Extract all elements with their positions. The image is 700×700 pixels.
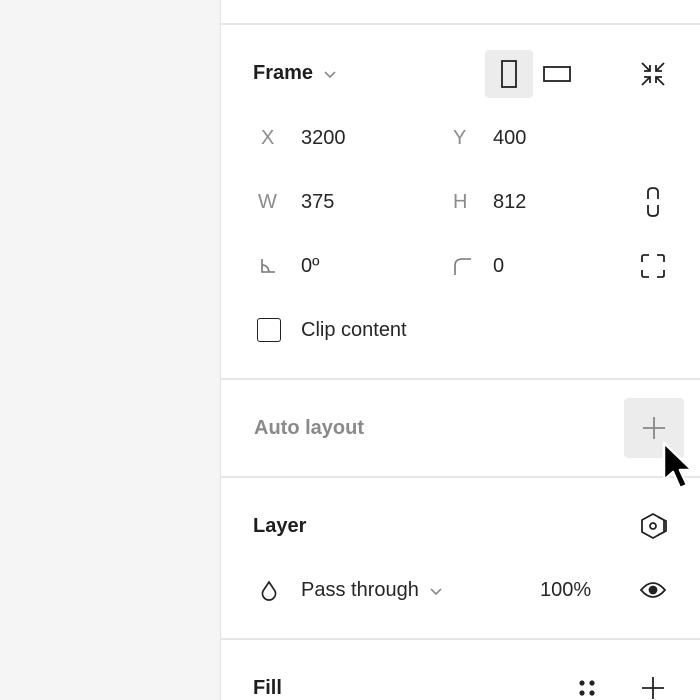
- collapse-arrows-icon[interactable]: [635, 56, 671, 92]
- section-divider: [221, 638, 700, 640]
- section-divider: [221, 23, 700, 25]
- plus-icon: [642, 416, 666, 440]
- hexagon-icon[interactable]: [637, 510, 669, 542]
- layer-title: Layer: [253, 515, 307, 537]
- frame-title-button[interactable]: Frame: [253, 62, 337, 85]
- blend-mode-dropdown[interactable]: Pass through: [301, 579, 443, 602]
- eye-icon[interactable]: [637, 576, 669, 604]
- corner-radius-icon: [450, 254, 474, 278]
- x-label: X: [261, 127, 275, 149]
- angle-icon: [257, 254, 279, 278]
- chevron-down-icon: [323, 67, 337, 81]
- h-input[interactable]: 812: [493, 191, 526, 214]
- h-label: H: [453, 191, 468, 213]
- mouse-cursor-icon: [660, 440, 694, 496]
- section-divider: [221, 378, 700, 380]
- y-input[interactable]: 400: [493, 127, 526, 150]
- drop-icon: [257, 578, 281, 604]
- section-divider: [221, 476, 700, 478]
- portrait-frame-icon[interactable]: [485, 50, 533, 98]
- chevron-down-icon: [429, 584, 443, 598]
- corners-icon[interactable]: [637, 250, 669, 282]
- opacity-input[interactable]: 100%: [540, 579, 591, 602]
- add-fill-button[interactable]: [637, 674, 669, 700]
- radius-input[interactable]: 0: [493, 255, 504, 278]
- landscape-frame-icon[interactable]: [537, 50, 577, 98]
- y-label: Y: [453, 127, 467, 149]
- rotation-input[interactable]: 0º: [301, 255, 319, 278]
- blend-mode-value: Pass through: [301, 579, 419, 601]
- auto-layout-title: Auto layout: [254, 417, 364, 439]
- clip-content-checkbox[interactable]: [257, 318, 281, 342]
- link-icon[interactable]: [639, 184, 667, 220]
- design-panel: Frame X 3200 Y 400 W 375 H 812 0º 0 Clip…: [220, 0, 700, 700]
- frame-title: Frame: [253, 62, 314, 84]
- w-input[interactable]: 375: [301, 191, 334, 214]
- x-input[interactable]: 3200: [301, 127, 346, 150]
- fill-title: Fill: [253, 677, 282, 699]
- clip-content-label: Clip content: [301, 319, 407, 341]
- plus-icon: [641, 676, 665, 700]
- w-label: W: [258, 191, 277, 213]
- grid-dots-icon[interactable]: [573, 674, 601, 700]
